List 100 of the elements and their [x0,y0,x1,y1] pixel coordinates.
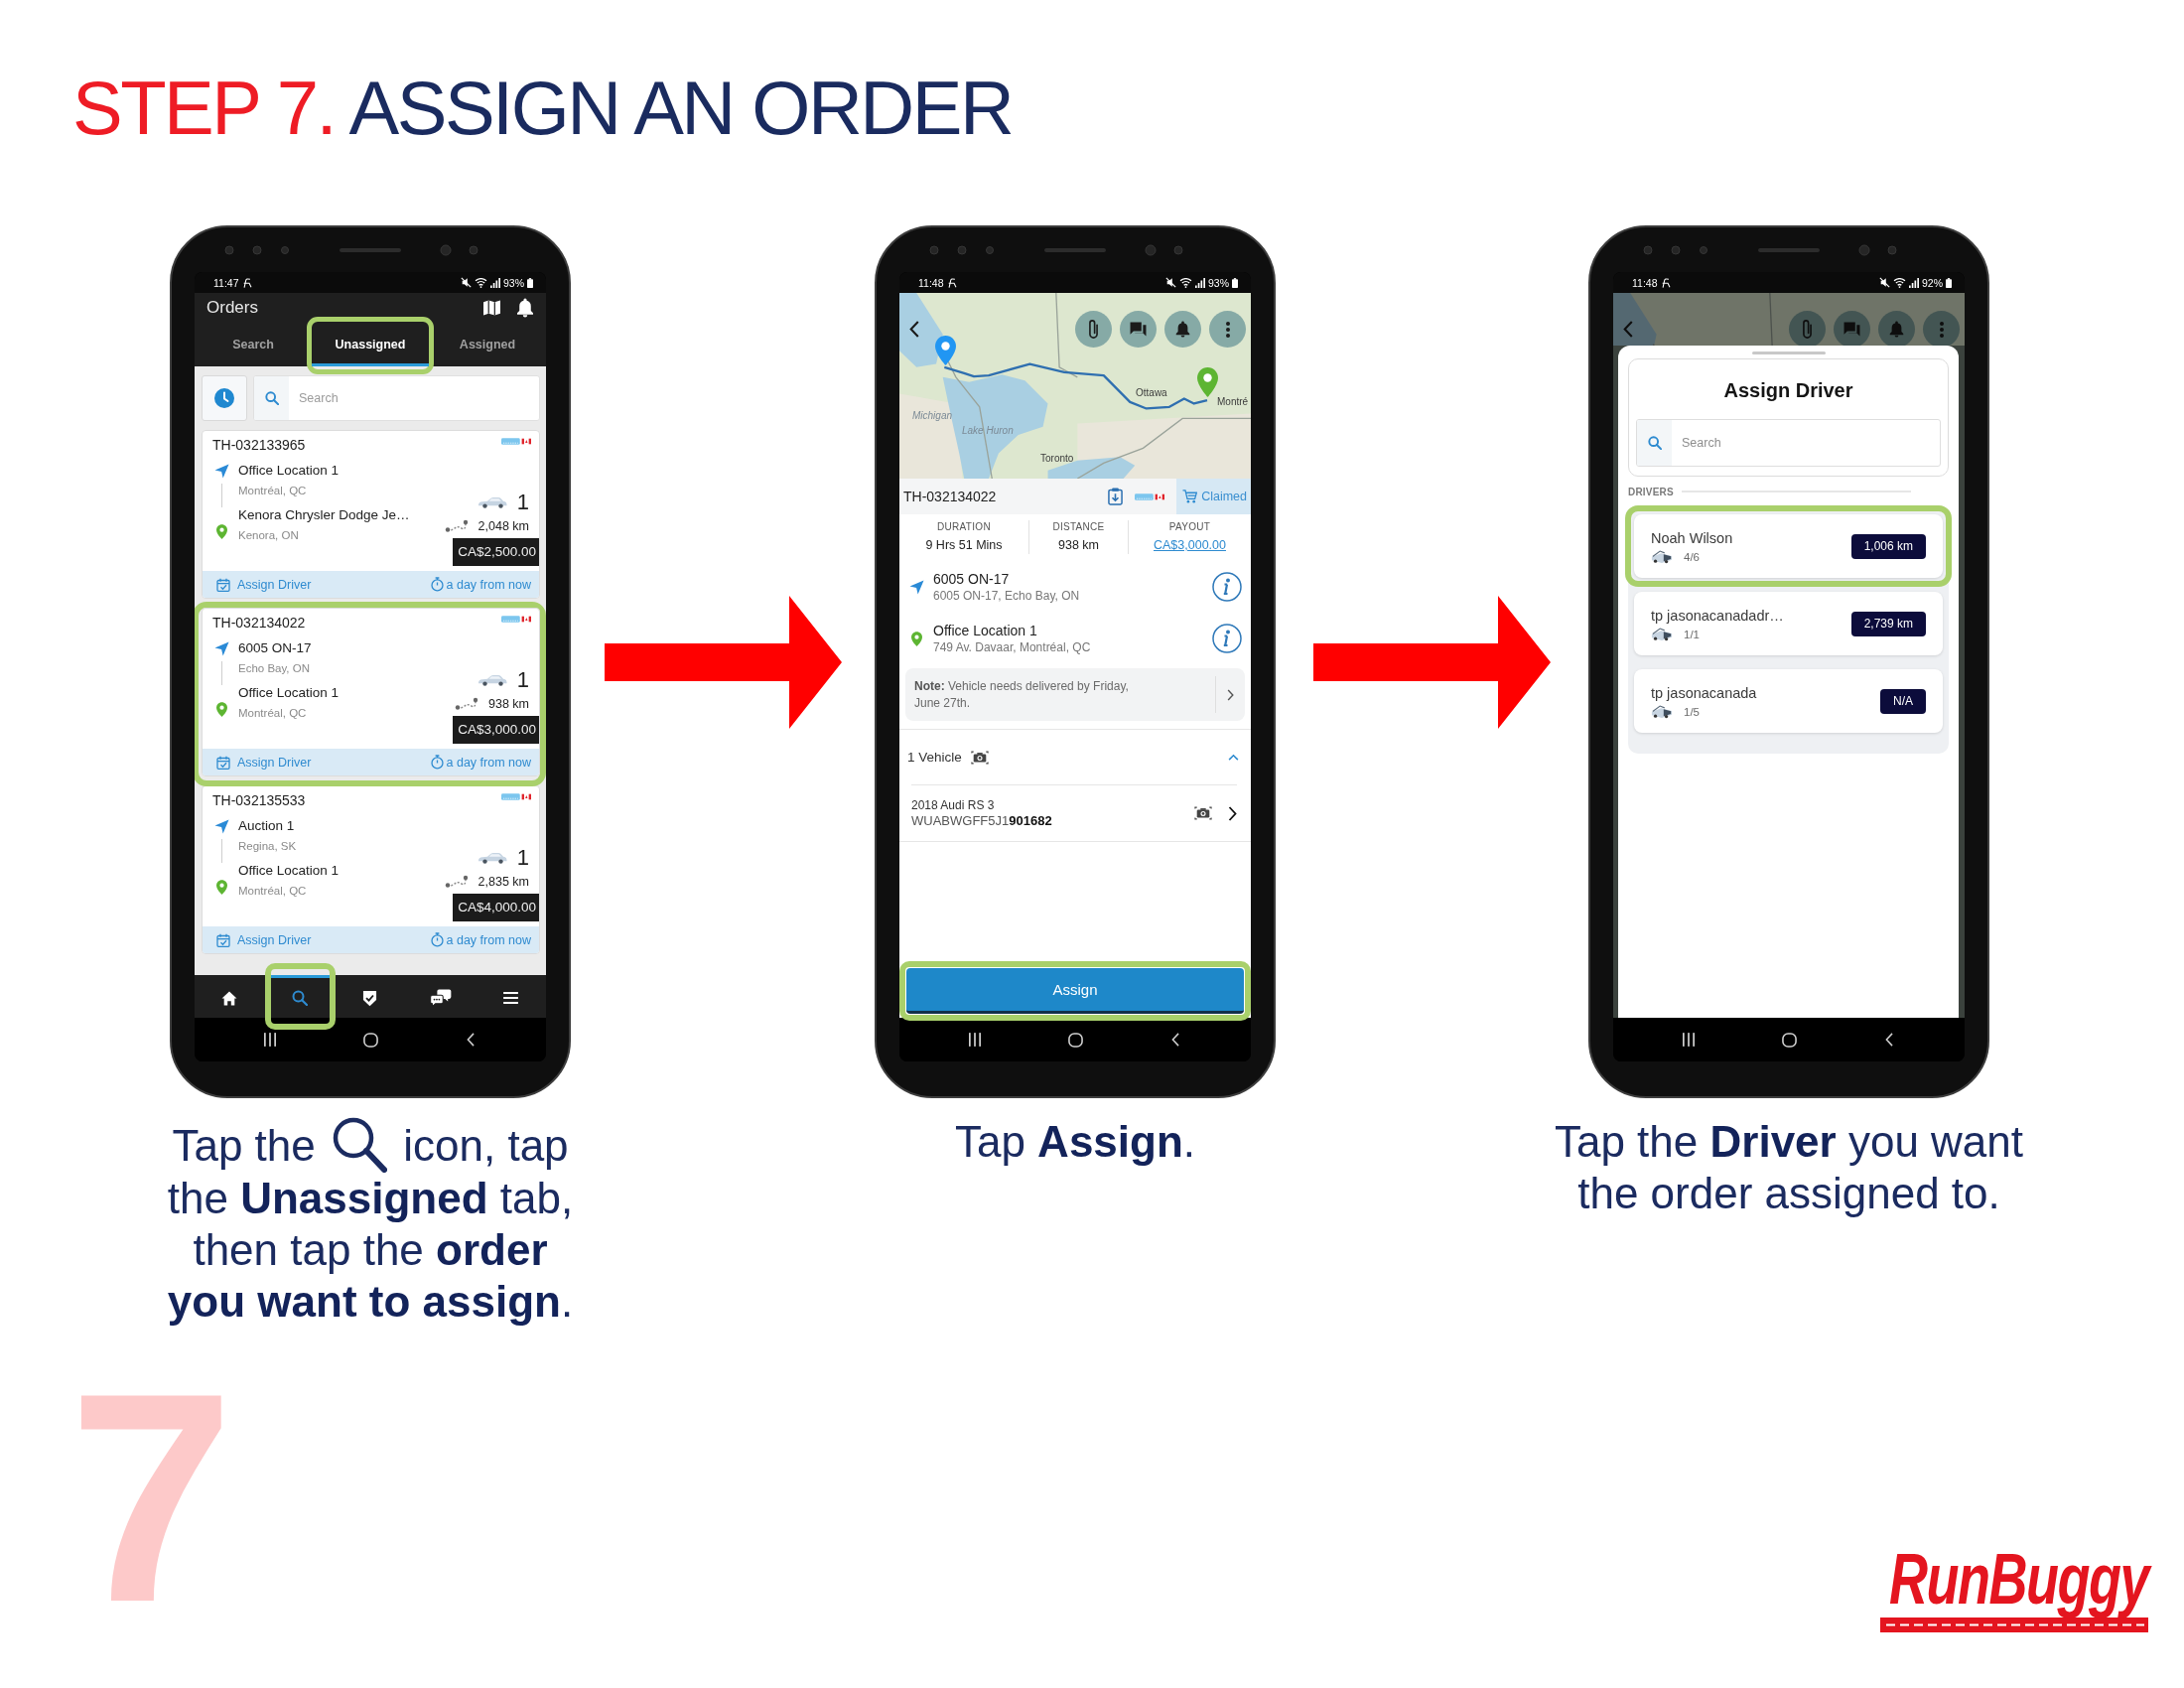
note-panel[interactable]: Note: Vehicle needs delivered by Friday, June 27th. [905,668,1245,721]
map-icon[interactable] [483,300,500,316]
home-button-icon[interactable] [362,1032,378,1048]
notification-icon [241,277,252,288]
map-pin-icon [1197,367,1218,397]
caption-text: Tap the icon, tap the Unassigned tab, then tap the order you want to assign. [157,1116,584,1328]
vehicle-count: 1 [516,668,529,692]
chat-icon [1130,322,1147,337]
calendar-check-icon [216,932,230,947]
recent-apps-icon[interactable] [264,1033,276,1047]
search-input[interactable]: Search [289,376,539,420]
order-card[interactable]: TH-032135533 Auction 1 Regina, SK Office Location 1 Montréal, QC 1 2,835 km CA$4,000.00 Assign Driver a day from now [202,785,540,954]
home-icon [221,990,238,1006]
paperclip-icon [1803,320,1812,339]
note-text: Note: Vehicle needs delivered by Friday, June 27th. [914,677,1130,712]
mute-icon [1879,277,1890,288]
tab[interactable]: Unassigned [312,323,429,366]
location-city: Montréal, QC [238,884,307,899]
map-pin-icon [215,702,227,717]
order-card[interactable]: TH-032133965 Office Location 1 Montréal, QC Kenora Chrysler Dodge Je… Kenora, ON 1 2,048 km CA$2,500.00 Assign Driver a day from now [202,430,540,599]
cart-icon [1182,490,1198,503]
wifi-icon [475,277,487,288]
road-stripe-icon [1880,1618,2148,1632]
location-address: 749 Av. Davaar, Montréal, QC [933,638,1091,655]
home-button-icon[interactable] [1067,1032,1083,1048]
search-icon [292,990,309,1006]
mute-icon [461,277,472,288]
route-icon [444,519,469,533]
recent-apps-icon[interactable] [1683,1033,1695,1047]
truck-icon [1651,550,1673,564]
clock-icon [214,388,234,408]
vehicle-count: 1 [516,846,529,870]
caption-text: Tap Assign. [954,1117,1196,1166]
section-title: 1 Vehicle [907,750,962,765]
map-pin-icon [910,631,922,646]
order-id: TH-032135533 [212,791,306,810]
stat-value: 938 km [1058,537,1099,554]
driver-name: tp jasonacanadadr… [1651,607,1784,626]
wifi-icon [1893,277,1906,288]
map-label: Lake Huron [962,425,1014,437]
vehicle-vin: WUABWGFF5J1901682 [911,812,1052,829]
navigation-arrow-icon [908,579,924,595]
battery-icon [1232,277,1238,288]
price-tag: CA$2,500.00 [453,538,539,566]
order-card[interactable]: TH-032134022 6005 ON-17 Echo Bay, ON Office Location 1 Montréal, QC 1 938 km CA$3,000.00 Assign Driver a day from now [202,608,540,776]
location-city: Montréal, QC [238,484,307,498]
search-field[interactable]: Search [253,375,540,421]
home-button-icon[interactable] [1781,1032,1797,1048]
info-icon[interactable] [1212,624,1242,653]
stopwatch-icon [430,932,444,947]
more-icon [1939,321,1944,338]
camera-icon [1194,806,1212,820]
chevron-right-icon[interactable] [1228,805,1237,821]
tab[interactable]: Search [195,323,312,366]
stat-label: PAYOUT [1168,520,1211,533]
driver-card[interactable]: Noah Wilson 4/6 1,006 km [1634,514,1943,578]
amount-link[interactable]: CA$3,000.00 [1154,536,1226,554]
chevron-right-icon[interactable] [1227,688,1234,701]
map-pin-icon [215,880,227,895]
status-text: Claimed [1201,490,1247,503]
chevron-up-icon[interactable] [1228,754,1239,761]
driver-card[interactable]: tp jasonacanada 1/5 N/A [1634,669,1943,733]
map-label: Ottawa [1136,387,1167,399]
back-icon[interactable] [909,321,919,338]
mute-icon [1165,277,1176,288]
step-title: ASSIGN AN ORDER [348,66,1013,150]
map-label: Montré [1217,396,1249,408]
search-icon [264,391,279,405]
map-pin-icon [935,336,956,365]
camera-icon [970,750,989,765]
location-city: Regina, SK [238,839,297,854]
driver-load: 4/6 [1684,551,1700,563]
vehicle-count: 1 [516,491,529,514]
location-city: Echo Bay, ON [238,661,310,676]
order-id: TH-032134022 [903,489,997,504]
location-name: 6005 ON-17 [933,570,1010,588]
order-id: TH-032133965 [212,436,306,455]
assign-button[interactable]: Assign [906,968,1244,1014]
bell-icon[interactable] [516,298,534,318]
tab[interactable]: Assigned [429,323,546,366]
due-time: a day from now [446,577,531,592]
driver-card[interactable]: tp jasonacanadadr… 1/1 2,739 km [1634,592,1943,655]
calendar-check-icon [216,755,230,770]
search-field[interactable]: Search [1636,419,1941,467]
signal-icon [1909,277,1919,288]
screen-title: Orders [206,298,258,318]
driver-load: 1/5 [1684,706,1700,718]
recent-apps-icon[interactable] [969,1033,981,1047]
stat-label: DISTANCE [1052,520,1105,533]
clock-button[interactable] [202,375,247,421]
bell-icon [1889,321,1904,338]
car-icon [477,674,507,686]
logo-flag-icon [1135,492,1165,501]
chat-bubbles-icon [429,989,452,1007]
sheet-handle[interactable] [1751,352,1826,354]
search-input[interactable]: Search [1672,420,1940,466]
info-icon[interactable] [1212,572,1242,602]
due-time: a day from now [446,932,531,947]
clipboard-download-icon[interactable] [1108,488,1124,505]
location-city: Montréal, QC [238,706,307,721]
